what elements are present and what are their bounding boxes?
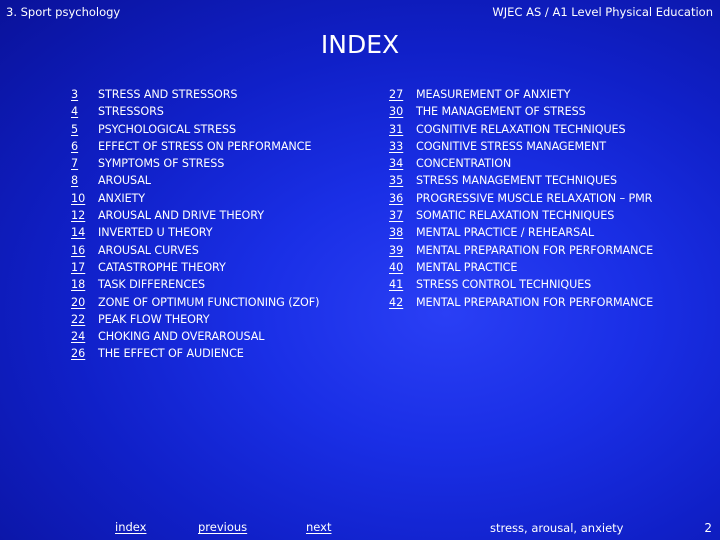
entry-label: ANXIETY [98, 191, 146, 205]
page-link[interactable]: 30 [386, 103, 416, 120]
index-entry: 40 MENTAL PRACTICE [386, 259, 653, 276]
entry-label: PSYCHOLOGICAL STRESS [98, 122, 236, 136]
page-link[interactable]: 14 [66, 224, 98, 241]
index-entry: 39 MENTAL PREPARATION FOR PERFORMANCE [386, 242, 653, 259]
index-link[interactable]: index [115, 520, 146, 534]
index-entry: 12 AROUSAL AND DRIVE THEORY [66, 207, 319, 224]
page-link[interactable]: 27 [386, 86, 416, 103]
page-link[interactable]: 12 [66, 207, 98, 224]
entry-label: INVERTED U THEORY [98, 226, 213, 240]
index-entry: 16 AROUSAL CURVES [66, 242, 319, 259]
entry-label: MENTAL PRACTICE / REHEARSAL [416, 226, 594, 240]
page-link[interactable]: 18 [66, 276, 98, 293]
page-link[interactable]: 10 [66, 190, 98, 207]
entry-label: PEAK FLOW THEORY [98, 312, 210, 326]
index-entry: 14 INVERTED U THEORY [66, 224, 319, 241]
index-entry: 33 COGNITIVE STRESS MANAGEMENT [386, 138, 653, 155]
entry-label: MEASUREMENT OF ANXIETY [416, 88, 571, 101]
entry-label: STRESS AND STRESSORS [98, 88, 238, 101]
index-entry: 31 COGNITIVE RELAXATION TECHNIQUES [386, 121, 653, 138]
index-entry: 10 ANXIETY [66, 190, 319, 207]
entry-label: STRESSORS [98, 105, 164, 119]
entry-label: STRESS MANAGEMENT TECHNIQUES [416, 174, 618, 188]
page-link[interactable]: 40 [386, 259, 416, 276]
index-entry: 6 EFFECT OF STRESS ON PERFORMANCE [66, 138, 319, 155]
entry-label: COGNITIVE STRESS MANAGEMENT [416, 139, 606, 153]
page-link[interactable]: 3 [66, 86, 98, 103]
index-entry: 8 AROUSAL [66, 172, 319, 189]
entry-label: CATASTROPHE THEORY [98, 260, 226, 274]
page-title: INDEX [320, 30, 400, 59]
entry-label: EFFECT OF STRESS ON PERFORMANCE [98, 139, 312, 153]
index-entry: 27 MEASUREMENT OF ANXIETY [386, 86, 653, 103]
index-entry: 24 CHOKING AND OVERAROUSAL [66, 328, 319, 345]
index-entry: 30 THE MANAGEMENT OF STRESS [386, 103, 653, 120]
entry-label: ZONE OF OPTIMUM FUNCTIONING (ZOF) [98, 295, 320, 309]
page-link[interactable]: 41 [386, 276, 416, 293]
entry-label: TASK DIFFERENCES [98, 278, 206, 292]
index-entry: 38 MENTAL PRACTICE / REHEARSAL [386, 224, 653, 241]
page-link[interactable]: 31 [386, 121, 416, 138]
page-link[interactable]: 22 [66, 311, 98, 328]
index-entry: 17 CATASTROPHE THEORY [66, 259, 319, 276]
entry-label: THE MANAGEMENT OF STRESS [416, 105, 586, 119]
index-entry: 35 STRESS MANAGEMENT TECHNIQUES [386, 172, 653, 189]
index-entry: 26 THE EFFECT OF AUDIENCE [66, 345, 319, 362]
entry-label: CONCENTRATION [416, 157, 512, 171]
entry-label: COGNITIVE RELAXATION TECHNIQUES [416, 122, 626, 136]
entry-label: THE EFFECT OF AUDIENCE [98, 347, 244, 361]
page-link[interactable]: 36 [386, 190, 416, 207]
page-link[interactable]: 33 [386, 138, 416, 155]
index-entry: 7 SYMPTOMS OF STRESS [66, 155, 319, 172]
page-link[interactable]: 6 [66, 138, 98, 155]
page-link[interactable]: 17 [66, 259, 98, 276]
page-number: 2 [704, 521, 712, 535]
page-link[interactable]: 5 [66, 121, 98, 138]
page-link[interactable]: 26 [66, 345, 98, 362]
entry-label: SOMATIC RELAXATION TECHNIQUES [416, 209, 615, 223]
page-link[interactable]: 39 [386, 242, 416, 259]
index-entry: 41 STRESS CONTROL TECHNIQUES [386, 276, 653, 293]
entry-label: PROGRESSIVE MUSCLE RELAXATION – PMR [416, 191, 653, 205]
index-entry: 36 PROGRESSIVE MUSCLE RELAXATION – PMR [386, 190, 653, 207]
index-entry: 3 STRESS AND STRESSORS [66, 86, 319, 103]
page-link[interactable]: 35 [386, 172, 416, 189]
index-entry: 18 TASK DIFFERENCES [66, 276, 319, 293]
index-entry: 37 SOMATIC RELAXATION TECHNIQUES [386, 207, 653, 224]
index-entry: 22 PEAK FLOW THEORY [66, 311, 319, 328]
page-link[interactable]: 42 [386, 294, 416, 311]
index-entry: 34 CONCENTRATION [386, 155, 653, 172]
entry-label: STRESS CONTROL TECHNIQUES [416, 278, 592, 292]
page-link[interactable]: 24 [66, 328, 98, 345]
page-link[interactable]: 34 [386, 155, 416, 172]
footer-topic: stress, arousal, anxiety [490, 521, 624, 535]
header-course-title: WJEC AS / A1 Level Physical Education [492, 5, 713, 19]
index-list-left: 3 STRESS AND STRESSORS 4 STRESSORS 5 PSYCHOLO… [66, 86, 319, 363]
previous-link[interactable]: previous [198, 520, 247, 534]
page-link[interactable]: 4 [66, 103, 98, 120]
index-entry: 42 MENTAL PREPARATION FOR PERFORMANCE [386, 294, 653, 311]
entry-label: MENTAL PREPARATION FOR PERFORMANCE [416, 295, 654, 309]
index-entry: 5 PSYCHOLOGICAL STRESS [66, 121, 319, 138]
entry-label: MENTAL PRACTICE [416, 260, 518, 274]
page-link[interactable]: 38 [386, 224, 416, 241]
entry-label: AROUSAL CURVES [98, 243, 199, 257]
index-list-right: 27 MEASUREMENT OF ANXIETY 30 THE MANAGEMENT… [386, 86, 653, 311]
page-link[interactable]: 20 [66, 294, 98, 311]
entry-label: MENTAL PREPARATION FOR PERFORMANCE [416, 243, 654, 257]
entry-label: AROUSAL AND DRIVE THEORY [98, 209, 264, 223]
header-section-title: 3. Sport psychology [6, 5, 121, 19]
next-link[interactable]: next [306, 520, 331, 534]
entry-label: AROUSAL [98, 174, 151, 188]
page-link[interactable]: 7 [66, 155, 98, 172]
page-link[interactable]: 8 [66, 172, 98, 189]
page-link[interactable]: 16 [66, 242, 98, 259]
index-entry: 20 ZONE OF OPTIMUM FUNCTIONING (ZOF) [66, 294, 319, 311]
page-link[interactable]: 37 [386, 207, 416, 224]
entry-label: CHOKING AND OVERAROUSAL [98, 330, 265, 344]
entry-label: SYMPTOMS OF STRESS [98, 157, 225, 171]
index-entry: 4 STRESSORS [66, 103, 319, 120]
